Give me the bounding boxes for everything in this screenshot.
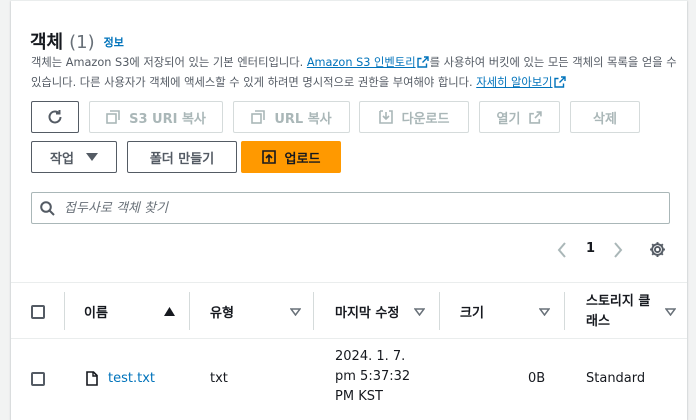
page-title: 객체	[30, 32, 64, 53]
column-label: 유형	[210, 306, 234, 321]
object-name-link[interactable]: test.txt	[108, 371, 155, 386]
external-link-icon	[553, 76, 566, 88]
object-size: 0B	[528, 371, 546, 386]
gear-icon[interactable]	[649, 241, 666, 258]
delete-button[interactable]: 삭제	[570, 101, 640, 133]
column-label: 마지막 수정	[335, 306, 400, 321]
external-link-icon	[529, 110, 543, 124]
caret-down-icon	[85, 153, 98, 161]
description: 객체는 Amazon S3에 저장되어 있는 기본 엔터티입니다. Amazon…	[31, 53, 681, 93]
column-label: 이름	[84, 306, 108, 321]
open-button[interactable]: 열기	[479, 101, 560, 133]
inventory-link[interactable]: Amazon S3 인벤토리	[307, 56, 416, 69]
upload-icon	[261, 150, 276, 164]
column-divider	[564, 292, 565, 330]
object-last-modified: 2024. 1. 7. pm 5:37:32 PM KST	[335, 347, 410, 407]
column-header-type[interactable]: 유형	[210, 283, 234, 340]
delete-label: 삭제	[593, 111, 617, 127]
sort-icon[interactable]	[290, 308, 301, 316]
column-label: 크기	[460, 306, 484, 321]
column-header-storage-class[interactable]: 스토리지 클래스	[586, 283, 662, 340]
column-header-name[interactable]: 이름	[84, 283, 108, 340]
row-checkbox[interactable]	[31, 372, 45, 386]
select-all-checkbox[interactable]	[31, 305, 45, 319]
create-folder-button[interactable]: 폴더 만들기	[127, 141, 237, 173]
objects-panel: 객체 (1) 정보 객체는 Amazon S3에 저장되어 있는 기본 엔터티입…	[11, 0, 687, 420]
upload-button[interactable]: 업로드	[241, 141, 341, 173]
copy-url-label: URL 복사	[274, 111, 332, 127]
info-link[interactable]: 정보	[104, 34, 124, 50]
download-button[interactable]: 다운로드	[359, 101, 469, 133]
object-count: (1)	[69, 32, 95, 53]
sort-ascending-icon[interactable]	[164, 307, 175, 316]
copy-s3-uri-button[interactable]: S3 URI 복사	[89, 101, 223, 133]
column-divider	[439, 292, 440, 330]
actions-dropdown[interactable]: 작업	[31, 141, 117, 173]
search-box[interactable]	[31, 192, 670, 224]
copy-icon	[106, 110, 120, 124]
description-text: 객체는 Amazon S3에 저장되어 있는 기본 엔터티입니다.	[31, 56, 307, 69]
open-label: 열기	[496, 111, 521, 127]
refresh-button[interactable]	[31, 101, 79, 133]
panel-header: 객체 (1) 정보	[30, 28, 124, 54]
upload-label: 업로드	[284, 151, 321, 167]
table-row: test.txt txt 2024. 1. 7. pm 5:37:32 PM K…	[11, 339, 687, 420]
column-divider	[313, 292, 314, 330]
last-modified-timezone: PM KST	[335, 389, 383, 404]
object-storage-class: Standard	[586, 371, 646, 386]
sort-icon[interactable]	[414, 308, 425, 316]
search-icon	[40, 200, 55, 216]
current-page[interactable]: 1	[586, 241, 595, 256]
last-modified-date: 2024. 1. 7.	[335, 349, 406, 364]
sort-icon[interactable]	[539, 308, 550, 316]
object-type: txt	[210, 371, 228, 386]
sort-icon[interactable]	[665, 308, 676, 316]
column-divider	[189, 292, 190, 330]
column-header-last-modified[interactable]: 마지막 수정	[335, 283, 399, 340]
download-label: 다운로드	[401, 111, 450, 127]
learn-more-link[interactable]: 자세히 알아보기	[476, 76, 552, 89]
copy-s3-uri-label: S3 URI 복사	[129, 111, 206, 127]
last-modified-time: pm 5:37:32	[335, 369, 411, 384]
external-link-icon	[416, 56, 429, 68]
copy-icon	[251, 110, 266, 124]
download-icon	[378, 110, 393, 124]
create-folder-label: 폴더 만들기	[149, 151, 215, 167]
column-header-size[interactable]: 크기	[460, 283, 484, 340]
actions-label: 작업	[50, 151, 74, 167]
column-label: 스토리지 클래스	[586, 293, 651, 329]
search-input[interactable]	[64, 200, 644, 216]
table-header: 이름 유형 마지막 수정 크기 스토리지 클래스	[11, 282, 687, 339]
chevron-left-icon[interactable]	[557, 242, 567, 258]
column-divider	[64, 292, 65, 330]
chevron-right-icon[interactable]	[613, 242, 623, 258]
refresh-icon	[48, 110, 62, 124]
file-icon	[86, 371, 98, 386]
copy-url-button[interactable]: URL 복사	[233, 101, 350, 133]
